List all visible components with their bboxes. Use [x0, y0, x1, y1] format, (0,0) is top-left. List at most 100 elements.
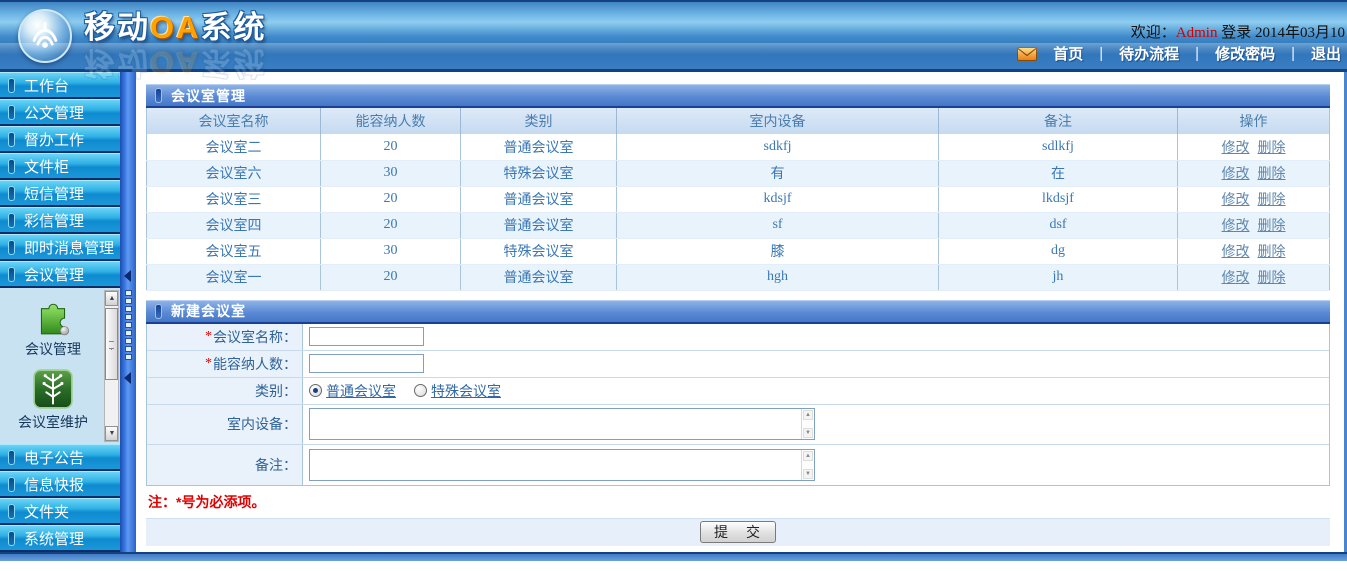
- sidebar-item-label: 即时消息管理: [24, 237, 114, 258]
- scroll-down-icon[interactable]: ▼: [803, 428, 813, 438]
- table-row: 会议室四 20 普通会议室 sf dsf 修改删除: [147, 212, 1330, 238]
- new-room-form: *会议室名称： *能容纳人数： 类别： 普通会议室 特殊会议室 室内设备：: [146, 324, 1330, 486]
- sidebar-item-label: 电子公告: [24, 447, 84, 468]
- sidebar-item-label: 系统管理: [24, 528, 84, 549]
- table-row: 会议室二 20 普通会议室 sdkfj sdlkfj 修改删除: [147, 134, 1330, 160]
- edit-link[interactable]: 修改: [1222, 217, 1250, 233]
- bullet-icon: [8, 78, 15, 93]
- splitter-grip[interactable]: [120, 290, 136, 360]
- top-banner: 移动OA系统 移动OA系统 欢迎：Admin 登录 2014年03月10 首页 …: [0, 0, 1347, 72]
- form-row-capacity: *能容纳人数：: [147, 351, 1329, 378]
- radio-special-room[interactable]: [414, 384, 427, 397]
- bullet-icon: [8, 132, 15, 147]
- app-title-oa: OA: [150, 10, 201, 45]
- sidebar-item-folder[interactable]: 文件夹: [0, 498, 120, 525]
- envelope-icon: [1017, 47, 1037, 61]
- remark-textarea[interactable]: ▲ ▼: [309, 449, 815, 481]
- scroll-up-icon[interactable]: ▲: [105, 291, 118, 306]
- equipment-textarea[interactable]: ▲ ▼: [309, 408, 815, 440]
- col-remark: 备注: [939, 108, 1178, 134]
- required-mark: *: [205, 329, 212, 345]
- submit-button[interactable]: 提 交: [700, 521, 776, 543]
- nav-separator: |: [1291, 45, 1295, 62]
- nav-change-password[interactable]: 修改密码: [1215, 43, 1275, 64]
- delete-link[interactable]: 删除: [1258, 217, 1286, 233]
- nav-pending-flows[interactable]: 待办流程: [1119, 43, 1179, 64]
- col-actions: 操作: [1178, 108, 1330, 134]
- sidebar-item-meeting-mgmt[interactable]: 会议管理: [0, 261, 120, 288]
- submenu-item-meeting-room-maintain[interactable]: 会议室维护: [18, 369, 88, 432]
- sidebar-item-label: 信息快报: [24, 474, 84, 495]
- edit-link[interactable]: 修改: [1222, 165, 1250, 181]
- sidebar-item-file-cabinet[interactable]: 文件柜: [0, 153, 120, 180]
- edit-link[interactable]: 修改: [1222, 269, 1250, 285]
- sidebar-item-sms-mgmt[interactable]: 短信管理: [0, 180, 120, 207]
- nav-separator: |: [1195, 45, 1199, 62]
- new-room-panel-header: 新建会议室: [146, 300, 1330, 324]
- sidebar-item-label: 文件柜: [24, 156, 69, 177]
- sidebar: 工作台 公文管理 督办工作 文件柜 短信管理 彩信管理 即时消息管理 会议管理: [0, 72, 120, 552]
- delete-link[interactable]: 删除: [1258, 243, 1286, 259]
- nav-home[interactable]: 首页: [1053, 43, 1083, 64]
- logo-glyph: [27, 18, 63, 54]
- scroll-down-icon[interactable]: ▼: [803, 469, 813, 479]
- radio-label-special[interactable]: 特殊会议室: [431, 381, 501, 401]
- collapse-left-icon[interactable]: [124, 270, 131, 282]
- welcome-line: 欢迎：Admin 登录 2014年03月10: [1131, 21, 1345, 42]
- plant-icon: [33, 369, 73, 409]
- nav-logout[interactable]: 退出: [1311, 43, 1341, 64]
- welcome-username: Admin: [1176, 25, 1218, 41]
- edit-link[interactable]: 修改: [1222, 243, 1250, 259]
- welcome-label: 欢迎：: [1131, 25, 1176, 41]
- sidebar-item-label: 文件夹: [24, 501, 69, 522]
- scroll-up-icon[interactable]: ▲: [803, 410, 813, 420]
- edit-link[interactable]: 修改: [1222, 191, 1250, 207]
- welcome-login-label: 登录: [1221, 25, 1251, 41]
- sidebar-item-e-announcement[interactable]: 电子公告: [0, 444, 120, 471]
- welcome-date: 2014年03月10: [1255, 25, 1345, 41]
- sidebar-item-document-mgmt[interactable]: 公文管理: [0, 99, 120, 126]
- sidebar-item-system-mgmt[interactable]: 系统管理: [0, 525, 120, 552]
- radio-label-normal[interactable]: 普通会议室: [326, 381, 396, 401]
- app-title-prefix: 移动: [84, 10, 150, 45]
- submenu-scrollbar[interactable]: ▲ ▼: [104, 290, 119, 442]
- field-label: 能容纳人数：: [213, 354, 297, 374]
- bullet-icon: [8, 504, 15, 519]
- submenu-item-label: 会议管理: [25, 339, 81, 359]
- sidebar-item-label: 短信管理: [24, 183, 84, 204]
- bullet-icon: [8, 450, 15, 465]
- delete-link[interactable]: 删除: [1258, 139, 1286, 155]
- bullet-icon: [8, 531, 15, 546]
- puzzle-icon: [32, 294, 74, 336]
- content-area: 会议室管理 会议室名称 能容纳人数 类别 室内设备 备注 操作 会议室二 20: [136, 72, 1347, 552]
- sidebar-item-label: 工作台: [24, 75, 69, 96]
- sidebar-item-im-mgmt[interactable]: 即时消息管理: [0, 234, 120, 261]
- sidebar-item-label: 公文管理: [24, 102, 84, 123]
- textarea-scrollbar: ▲ ▼: [801, 450, 814, 480]
- sidebar-item-label: 督办工作: [24, 129, 84, 150]
- room-name-input[interactable]: [309, 327, 424, 346]
- app-title-suffix: 系统: [201, 10, 267, 45]
- radio-normal-room[interactable]: [309, 384, 322, 397]
- sidebar-splitter[interactable]: [120, 72, 136, 552]
- scroll-up-icon[interactable]: ▲: [803, 451, 813, 461]
- scroll-down-icon[interactable]: ▼: [105, 426, 118, 441]
- sidebar-item-supervision[interactable]: 督办工作: [0, 126, 120, 153]
- textarea-scrollbar: ▲ ▼: [801, 409, 814, 439]
- edit-link[interactable]: 修改: [1222, 139, 1250, 155]
- china-mobile-logo-icon: [18, 9, 72, 63]
- meeting-table-panel-header: 会议室管理: [146, 84, 1330, 108]
- col-category: 类别: [461, 108, 617, 134]
- delete-link[interactable]: 删除: [1258, 191, 1286, 207]
- delete-link[interactable]: 删除: [1258, 165, 1286, 181]
- sidebar-item-info-bulletin[interactable]: 信息快报: [0, 471, 120, 498]
- scrollbar-thumb[interactable]: [105, 308, 118, 380]
- delete-link[interactable]: 删除: [1258, 269, 1286, 285]
- capacity-input[interactable]: [309, 354, 424, 373]
- bullet-icon: [8, 240, 15, 255]
- submenu-item-meeting-mgmt[interactable]: 会议管理: [25, 294, 81, 359]
- sidebar-item-mms-mgmt[interactable]: 彩信管理: [0, 207, 120, 234]
- collapse-left-icon[interactable]: [124, 372, 131, 384]
- panel-marker-icon: [155, 88, 162, 103]
- form-row-name: *会议室名称：: [147, 324, 1329, 351]
